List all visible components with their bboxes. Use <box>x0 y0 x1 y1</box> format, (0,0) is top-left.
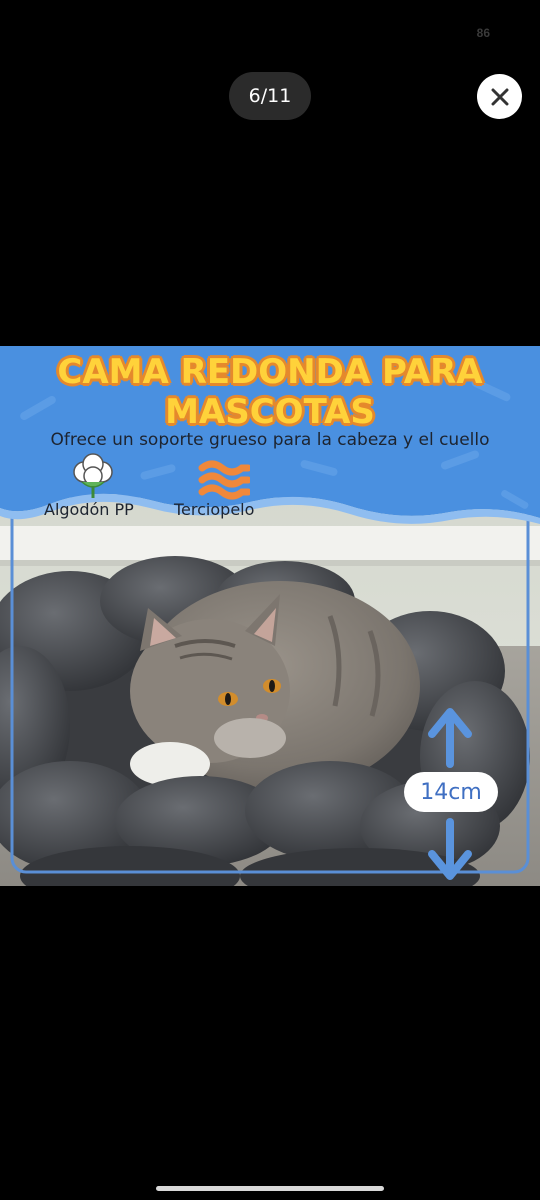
home-indicator[interactable] <box>156 1186 384 1191</box>
close-icon <box>491 88 508 105</box>
slide-title-line2: MASCOTAS <box>165 392 375 432</box>
close-button[interactable] <box>477 74 522 119</box>
status-number: 86 <box>476 26 490 40</box>
slide-subtitle: Ofrece un soporte grueso para la cabeza … <box>50 430 490 450</box>
slide-title-line1: CAMA REDONDA PARA <box>57 352 483 392</box>
image-counter: 6/11 <box>229 72 311 120</box>
feature-label-cotton: Algodón PP <box>44 500 134 519</box>
dimension-label: 14cm <box>404 772 498 812</box>
cotton-icon <box>73 453 113 498</box>
velvet-icon <box>198 460 250 500</box>
product-image: CAMA REDONDA PARA MASCOTAS Ofrece un sop… <box>0 346 540 886</box>
feature-label-velvet: Terciopelo <box>174 500 255 519</box>
